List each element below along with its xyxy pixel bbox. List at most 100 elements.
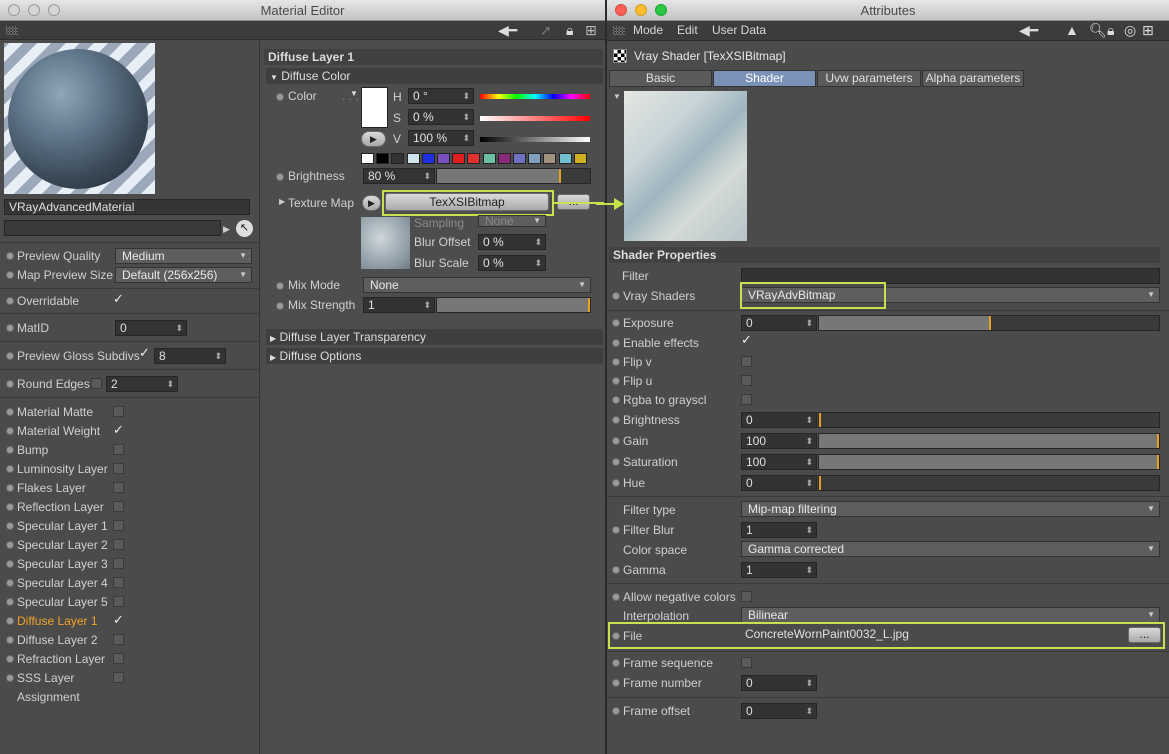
- channel-item-label[interactable]: Diffuse Layer 2: [17, 633, 98, 647]
- color-preset-swatch[interactable]: [376, 153, 390, 164]
- brightness-dot-icon[interactable]: [276, 173, 284, 181]
- interpolation-select[interactable]: Bilinear: [741, 607, 1160, 623]
- brightness-field[interactable]: 80 %: [363, 168, 435, 184]
- color-preset-swatch[interactable]: [391, 153, 405, 164]
- grip-icon[interactable]: [613, 26, 625, 35]
- color-preset-swatch[interactable]: [482, 153, 496, 164]
- menu-edit[interactable]: Edit: [677, 21, 698, 40]
- channel-dot-icon[interactable]: [6, 465, 14, 473]
- flip-v-dot-icon[interactable]: [612, 358, 620, 366]
- color-preset-swatch[interactable]: [452, 153, 466, 164]
- filter-blur-field[interactable]: 1: [741, 522, 817, 538]
- color-menu-arrow-icon[interactable]: ▼: [350, 89, 358, 98]
- tab-basic[interactable]: Basic: [609, 70, 712, 87]
- channel-checkbox[interactable]: [113, 672, 124, 683]
- color-preset-swatch[interactable]: [406, 153, 420, 164]
- channel-checkbox[interactable]: ✓: [113, 613, 124, 626]
- saturation-field[interactable]: 0 %: [408, 109, 474, 125]
- zoom-window-button[interactable]: [48, 4, 60, 16]
- channel-item-label[interactable]: SSS Layer: [17, 671, 74, 685]
- saturation-field[interactable]: 100: [741, 454, 817, 470]
- color-preset-swatch[interactable]: [437, 153, 450, 164]
- channel-item-label[interactable]: Specular Layer 2: [17, 538, 108, 552]
- filter-blur-dot-icon[interactable]: [612, 526, 620, 534]
- texture-expand-icon[interactable]: ▶: [279, 197, 285, 206]
- tab-shader[interactable]: Shader: [713, 70, 816, 87]
- rgba-checkbox[interactable]: [741, 394, 752, 405]
- overridable-dot-icon[interactable]: [6, 297, 14, 305]
- frame-number-dot-icon[interactable]: [612, 679, 620, 687]
- preview-quality-dot-icon[interactable]: [6, 252, 14, 260]
- channel-dot-icon[interactable]: [6, 617, 14, 625]
- round-edges-checkbox[interactable]: [91, 378, 102, 389]
- filter-type-select[interactable]: Mip-map filtering: [741, 501, 1160, 517]
- channel-checkbox[interactable]: [113, 634, 124, 645]
- new-panel-icon[interactable]: ⊞: [1142, 21, 1154, 40]
- hue-field[interactable]: 0: [741, 475, 817, 491]
- mix-strength-field[interactable]: 1: [363, 297, 435, 313]
- channel-item-label[interactable]: Specular Layer 1: [17, 519, 108, 533]
- hue-slider[interactable]: [480, 94, 590, 99]
- gain-slider[interactable]: [818, 433, 1160, 449]
- diffuse-options-section[interactable]: ▶ Diffuse Options: [266, 348, 603, 364]
- color-preset-swatch[interactable]: [528, 153, 542, 164]
- mix-mode-dot-icon[interactable]: [276, 282, 284, 290]
- minimize-window-button[interactable]: [635, 4, 647, 16]
- channel-dot-icon[interactable]: [6, 484, 14, 492]
- preview-gloss-subdivs-field[interactable]: 8: [154, 348, 226, 364]
- sampling-select[interactable]: None: [478, 215, 546, 227]
- brightness-slider[interactable]: [436, 168, 591, 184]
- channel-item-label[interactable]: Refraction Layer: [17, 652, 105, 666]
- tab-uvw-parameters[interactable]: Uvw parameters: [817, 70, 921, 87]
- channel-dot-icon[interactable]: [6, 579, 14, 587]
- tab-alpha-parameters[interactable]: Alpha parameters: [922, 70, 1024, 87]
- channel-item-label[interactable]: Specular Layer 5: [17, 595, 108, 609]
- channel-dot-icon[interactable]: [6, 674, 14, 682]
- menu-mode[interactable]: Mode: [633, 21, 663, 40]
- back-arrow-icon[interactable]: ◀━: [1019, 21, 1038, 40]
- diffuse-transparency-section[interactable]: ▶ Diffuse Layer Transparency: [266, 329, 603, 345]
- blur-offset-field[interactable]: 0 %: [478, 234, 546, 250]
- preview-gloss-subdivs-dot-icon[interactable]: [6, 352, 14, 360]
- hue-slider[interactable]: [818, 475, 1160, 491]
- channel-item-label[interactable]: Specular Layer 3: [17, 557, 108, 571]
- channel-item-label[interactable]: Specular Layer 4: [17, 576, 108, 590]
- texture-thumbnail[interactable]: [361, 217, 410, 269]
- channel-checkbox[interactable]: [113, 463, 124, 474]
- channel-item-label[interactable]: Diffuse Layer 1: [17, 614, 98, 628]
- channel-checkbox[interactable]: [113, 406, 124, 417]
- saturation-slider[interactable]: [480, 116, 590, 121]
- map-preview-size-dot-icon[interactable]: [6, 271, 14, 279]
- channel-dot-icon[interactable]: [6, 446, 14, 454]
- channel-dot-icon[interactable]: [6, 598, 14, 606]
- channel-dot-icon[interactable]: [6, 427, 14, 435]
- preview-quality-select[interactable]: Medium: [115, 248, 252, 264]
- flip-v-checkbox[interactable]: [741, 356, 752, 367]
- mix-strength-slider[interactable]: [436, 297, 591, 313]
- rgba-dot-icon[interactable]: [612, 396, 620, 404]
- channel-checkbox[interactable]: [113, 577, 124, 588]
- value-slider[interactable]: [480, 137, 590, 142]
- expand-arrow-icon[interactable]: ▶: [223, 221, 233, 237]
- color-preset-swatch[interactable]: [497, 153, 511, 164]
- matid-dot-icon[interactable]: [6, 324, 14, 332]
- flip-u-checkbox[interactable]: [741, 375, 752, 386]
- brightness-dot-icon[interactable]: [612, 416, 620, 424]
- hue-dot-icon[interactable]: [612, 479, 620, 487]
- hue-field[interactable]: 0 °: [408, 88, 474, 104]
- color-picker-button[interactable]: ▶: [361, 131, 386, 147]
- channel-checkbox[interactable]: [113, 539, 124, 550]
- lock-icon[interactable]: 🔒︎: [566, 21, 573, 40]
- close-window-button[interactable]: [8, 4, 20, 16]
- color-swatch[interactable]: [361, 87, 388, 128]
- color-dot-icon[interactable]: [276, 93, 284, 101]
- channel-dot-icon[interactable]: [6, 522, 14, 530]
- preview-gloss-subdivs-checkbox[interactable]: ✓: [139, 346, 150, 359]
- menu-user-data[interactable]: User Data: [712, 21, 766, 40]
- close-window-button[interactable]: [615, 4, 627, 16]
- frame-offset-dot-icon[interactable]: [612, 707, 620, 715]
- lock-icon[interactable]: 🔒︎: [1107, 21, 1114, 40]
- overridable-checkbox[interactable]: ✓: [113, 292, 124, 305]
- channel-checkbox[interactable]: ✓: [113, 423, 124, 436]
- channel-dot-icon[interactable]: [6, 503, 14, 511]
